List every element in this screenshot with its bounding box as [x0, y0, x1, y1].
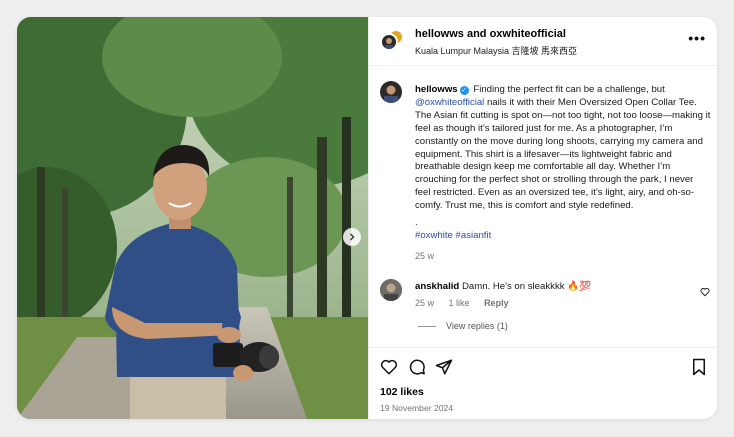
- comment-username[interactable]: anskhalid: [415, 281, 459, 292]
- avatar-face-icon: [385, 38, 393, 49]
- avatar-hellowws[interactable]: [380, 33, 398, 51]
- comment-text: anskhalid Damn. He's on sleakkkk 🔥💯: [415, 281, 591, 292]
- post-header: hellowws and oxwhiteofficial Kuala Lumpu…: [369, 17, 717, 66]
- post-photo[interactable]: [17, 17, 368, 419]
- caption-body: nails it with their Men Oversized Open C…: [415, 96, 711, 212]
- paper-plane-icon[interactable]: [435, 358, 453, 376]
- caption-body-start: Finding the perfect fit can be a challen…: [473, 84, 665, 95]
- comment-icon[interactable]: [408, 358, 426, 376]
- caption-dot: .: [415, 217, 418, 229]
- view-replies-button[interactable]: View replies (1): [418, 321, 508, 331]
- comment-heart-icon[interactable]: [700, 287, 710, 297]
- instagram-post-card: hellowws and oxwhiteofficial Kuala Lumpu…: [17, 17, 717, 419]
- more-options-icon[interactable]: •••: [688, 31, 706, 45]
- heart-icon[interactable]: [380, 358, 398, 376]
- post-authors[interactable]: hellowws and oxwhiteofficial: [415, 28, 566, 40]
- comment-like-count[interactable]: 1 like: [449, 298, 470, 308]
- comment-timestamp[interactable]: 25 w: [415, 298, 434, 308]
- post-location[interactable]: Kuala Lumpur Malaysia 吉隆坡 馬來西亞: [415, 44, 577, 57]
- caption-mention-link[interactable]: @oxwhiteofficial: [415, 97, 484, 108]
- comment-reply-button[interactable]: Reply: [484, 298, 509, 308]
- chevron-right-icon: [350, 233, 355, 241]
- caption-timestamp[interactable]: 25 w: [415, 250, 711, 263]
- post-date[interactable]: 19 November 2024: [380, 403, 453, 413]
- collab-avatars[interactable]: [380, 29, 404, 53]
- comment-body: Damn. He's on sleakkkk 🔥💯: [461, 281, 592, 292]
- post-actions: 102 likes 19 November 2024: [369, 347, 717, 419]
- caption-avatar[interactable]: [380, 81, 402, 103]
- bookmark-icon[interactable]: [691, 358, 707, 376]
- photo-illustration: [17, 17, 368, 419]
- next-image-button[interactable]: [343, 228, 361, 246]
- avatar-face-icon: [380, 279, 402, 301]
- comment-meta: 25 w 1 like Reply: [415, 298, 521, 308]
- view-replies-label: View replies (1): [446, 321, 508, 331]
- caption-text: hellowws ✓ Finding the perfect fit can be…: [415, 84, 711, 263]
- verified-badge-icon: ✓: [459, 86, 469, 95]
- avatar-face-icon: [384, 85, 398, 103]
- post-details-panel: hellowws and oxwhiteofficial Kuala Lumpu…: [368, 17, 717, 419]
- likes-count[interactable]: 102 likes: [380, 386, 424, 398]
- comment-avatar[interactable]: [380, 279, 402, 301]
- caption-hashtags[interactable]: #oxwhite #asianfit: [415, 230, 711, 243]
- replies-divider: [418, 325, 436, 327]
- caption-username[interactable]: hellowws: [415, 84, 458, 95]
